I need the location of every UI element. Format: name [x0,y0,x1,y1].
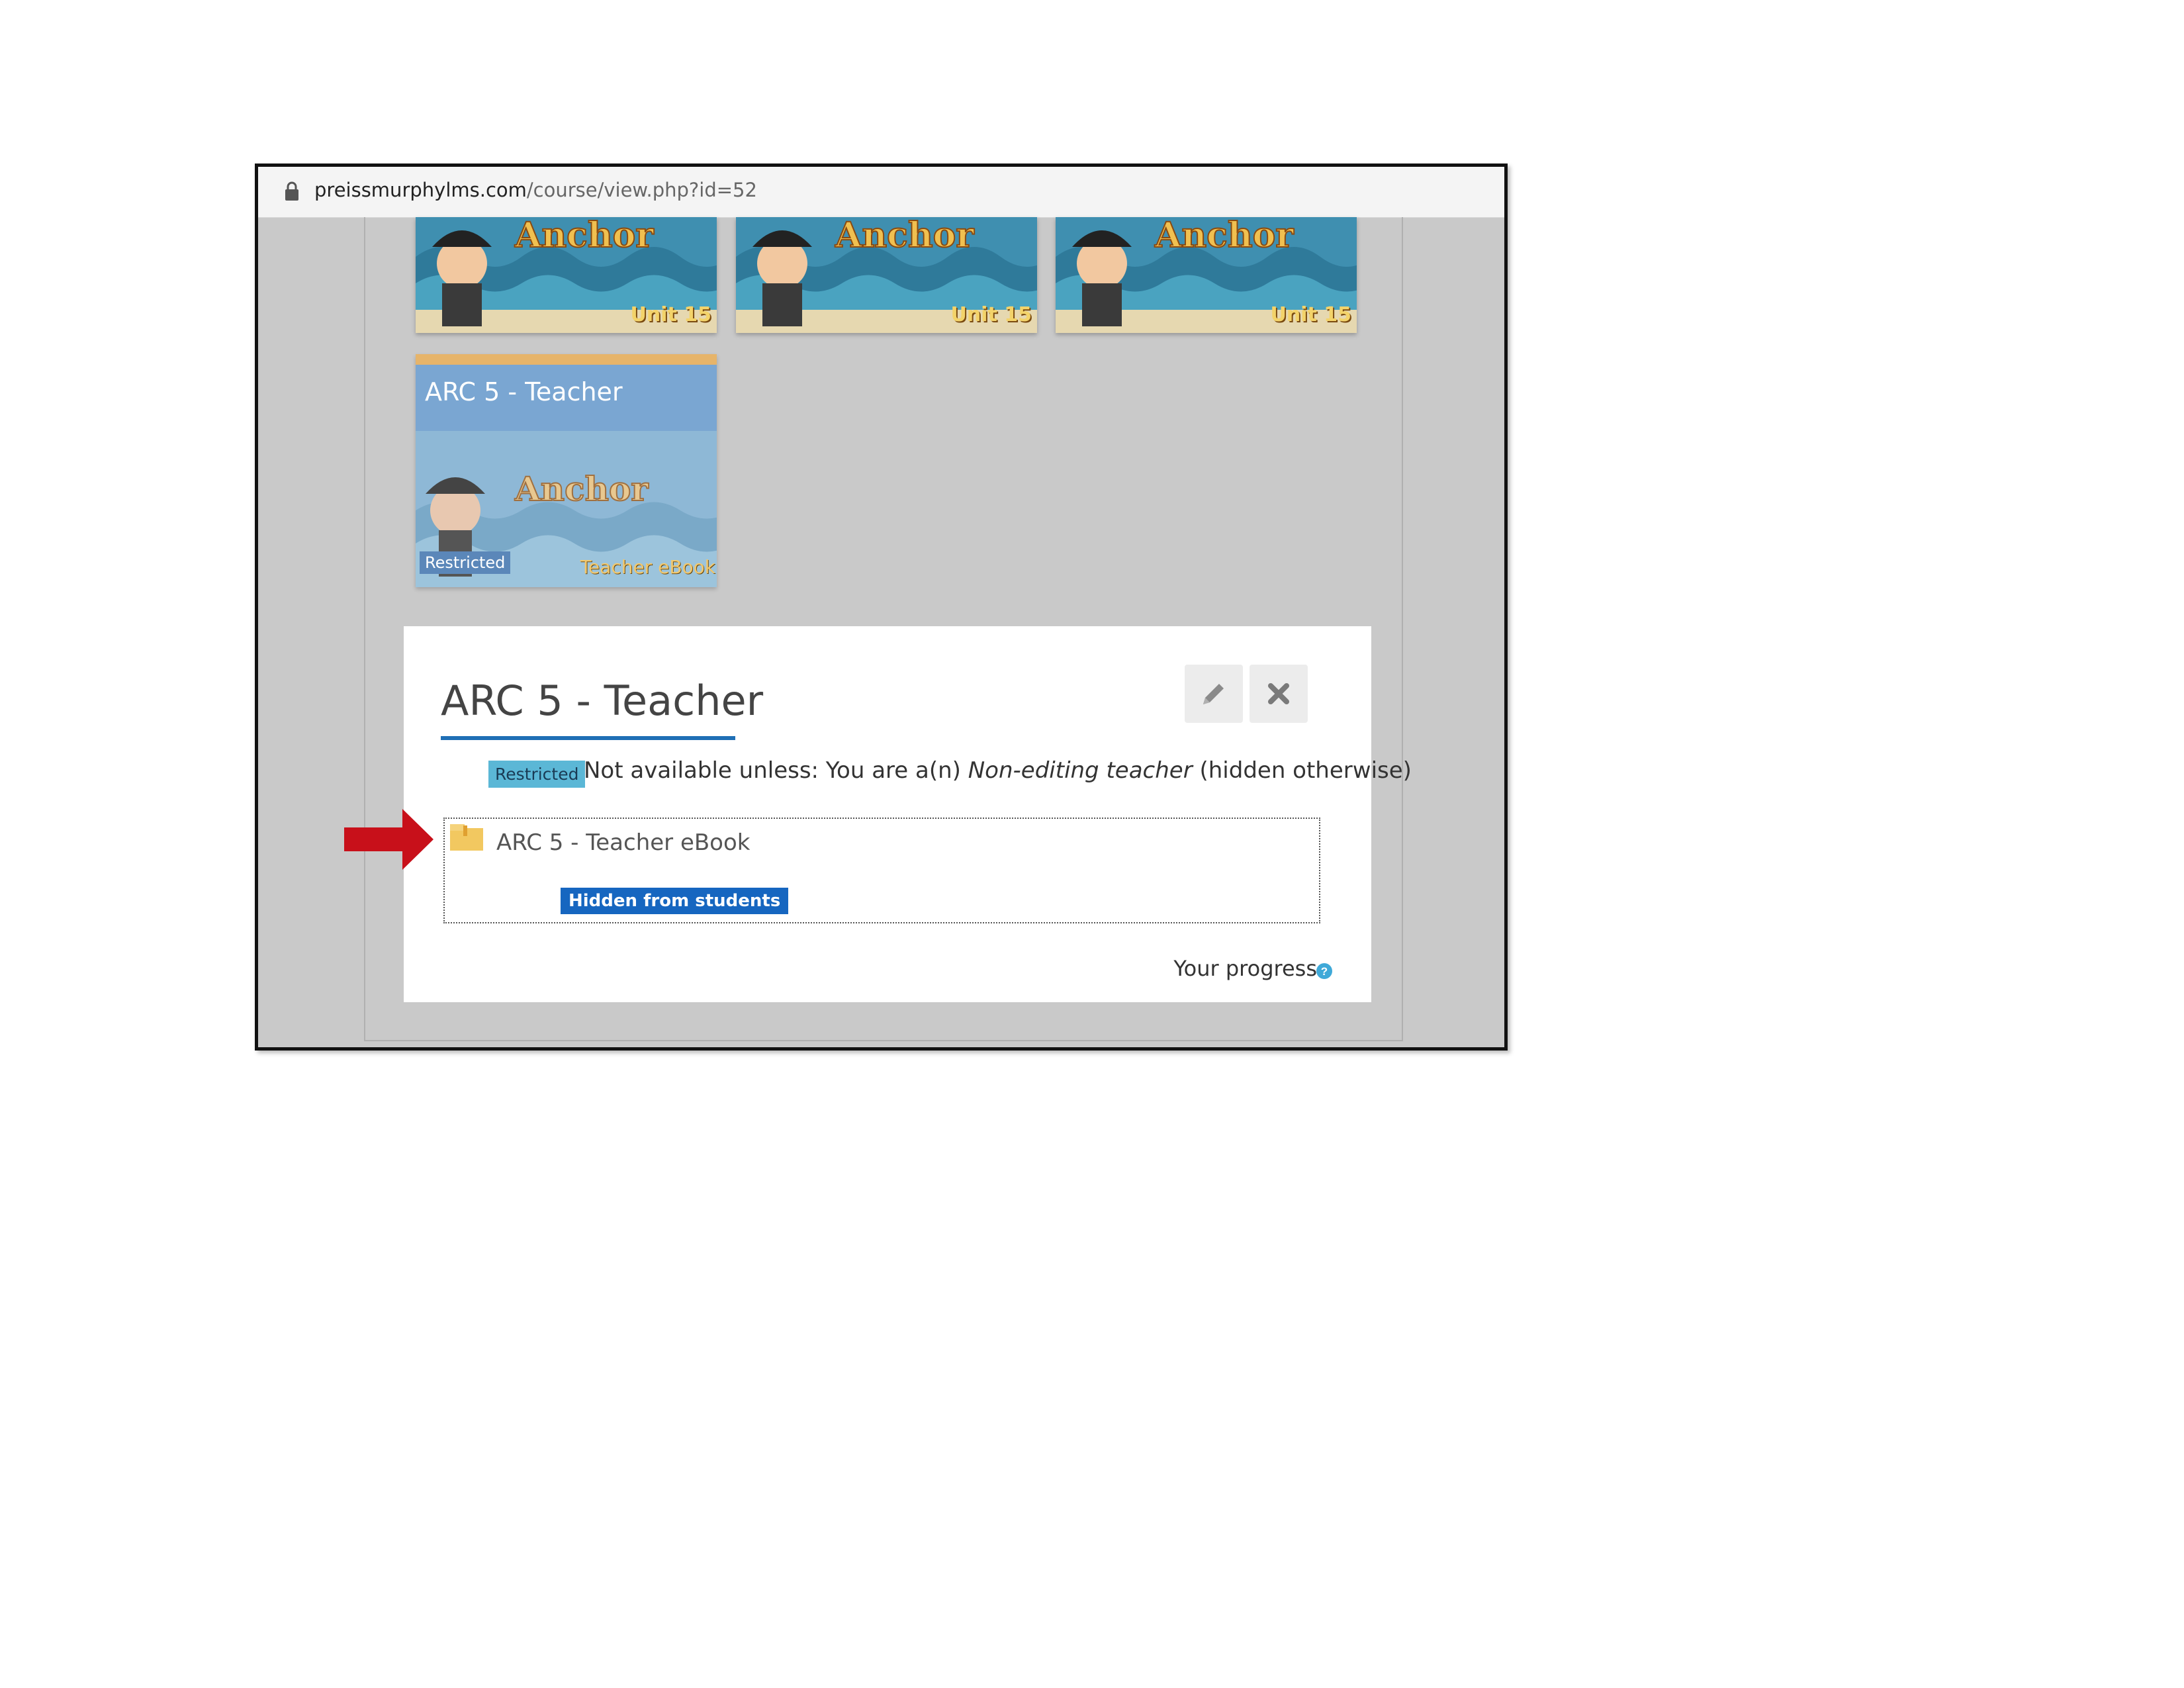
section-title: ARC 5 - Teacher [441,677,764,725]
close-x-icon [1268,683,1289,704]
course-tile-title: ARC 5 - Teacher [416,365,717,431]
course-tile-arc5-teacher[interactable]: ARC 5 - Teacher Anchor Restricted Teache… [416,354,717,587]
red-arrow-annotation [344,809,433,870]
unit-tile-3[interactable]: Anchor Unit 15 [1056,217,1357,333]
availability-suffix: (hidden otherwise) [1192,757,1412,784]
availability-text: Not available unless: You are a(n) Non-e… [584,757,1412,784]
svg-text:Anchor: Anchor [835,217,974,256]
hidden-from-students-badge: Hidden from students [561,888,789,914]
edit-button[interactable] [1185,665,1243,723]
url-text[interactable]: preissmurphylms.com/course/view.php?id=5… [314,179,757,201]
unit-tile-label: Unit 15 [950,303,1032,326]
availability-role: Non-editing teacher [968,757,1193,784]
course-tile-top-bar [416,354,717,365]
activity-item-teacher-ebook[interactable]: ARC 5 - Teacher eBook Hidden from studen… [443,818,1320,923]
url-domain: preissmurphylms.com [314,179,527,201]
course-restricted-tag: Restricted [420,551,511,574]
section-card: ARC 5 - Teacher Restricted Not available… [404,626,1412,1002]
help-icon[interactable]: ? [1316,962,1333,980]
svg-text:Anchor: Anchor [1154,217,1294,256]
unit-tile-label: Unit 15 [1270,303,1351,326]
folder-icon [450,824,483,851]
course-ebook-tag: Teacher eBook [580,556,715,578]
lock-icon [285,181,298,201]
availability-prefix: Not available unless: You are a(n) [584,757,968,784]
svg-text:Anchor: Anchor [514,217,654,256]
browser-screenshot-frame: preissmurphylms.com/course/view.php?id=5… [255,164,1508,1051]
unit-tile-1[interactable]: Anchor Unit 15 [416,217,717,333]
your-progress-label: Your progress [1173,956,1317,981]
url-path: /course/view.php?id=52 [526,179,757,201]
unit-tile-2[interactable]: Anchor Unit 15 [736,217,1037,333]
svg-text:?: ? [1321,965,1328,978]
svg-text:Anchor: Anchor [514,469,649,508]
close-button[interactable] [1250,665,1308,723]
restricted-badge: Restricted [488,761,586,788]
section-title-underline [441,736,735,740]
edit-pencil-icon [1203,684,1224,704]
address-bar[interactable]: preissmurphylms.com/course/view.php?id=5… [258,167,1504,218]
course-tile-image: Anchor Restricted Teacher eBook [416,431,717,587]
activity-name-link[interactable]: ARC 5 - Teacher eBook [496,829,750,856]
unit-tile-label: Unit 15 [630,303,711,326]
